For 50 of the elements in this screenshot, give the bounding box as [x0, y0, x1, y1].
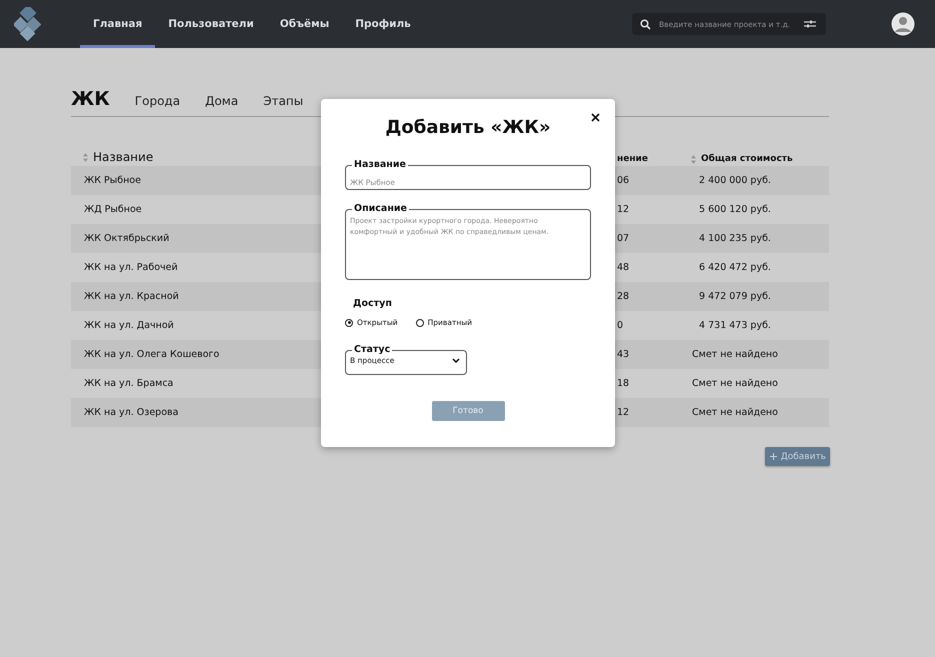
table-cell: 9 472 079 руб. — [699, 291, 771, 302]
table-cell: 12 — [617, 407, 630, 418]
table-cell: 48 — [617, 262, 630, 273]
table-cell: 07 — [617, 233, 630, 244]
table-cell: 43 — [617, 349, 630, 360]
dialog-title: Добавить «ЖК» — [384, 117, 552, 140]
table-cell: ЖК Октябрьский — [84, 233, 170, 244]
table-cell: ЖД Рыбное — [84, 204, 142, 215]
avatar-icon[interactable] — [891, 12, 915, 36]
table-cell: Смет не найдено — [692, 378, 778, 389]
tab[interactable]: Этапы — [263, 94, 304, 108]
table-cell: 0 — [617, 320, 624, 331]
nav-link[interactable]: Объёмы — [266, 0, 342, 48]
field-label: Название — [353, 160, 407, 170]
table-cell: 2 400 000 руб. — [699, 175, 771, 186]
table-cell: 6 420 472 руб. — [699, 262, 771, 273]
field-label: Описание — [353, 204, 408, 214]
search-icon — [640, 18, 651, 30]
field-label: Статус — [353, 345, 392, 355]
plus-icon — [770, 453, 777, 460]
close-icon[interactable] — [591, 113, 600, 122]
tab[interactable]: ЖК — [71, 88, 110, 110]
table-cell: 4 100 235 руб. — [699, 233, 771, 244]
table-cell: Смет не найдено — [692, 349, 778, 360]
table-cell: 18 — [617, 378, 630, 389]
table-cell: Смет не найдено — [692, 407, 778, 418]
table-cell: ЖК на ул. Дачной — [84, 320, 174, 331]
section-label: Доступ — [353, 298, 393, 309]
column-header: нение — [617, 154, 648, 164]
table-cell: ЖК Рыбное — [84, 175, 141, 186]
table-cell: ЖК на ул. Красной — [84, 291, 179, 302]
tab[interactable]: Дома — [205, 94, 238, 108]
filter-icon[interactable] — [804, 19, 816, 29]
table-cell: 06 — [617, 175, 630, 186]
column-header: Общая стоимость — [701, 154, 793, 164]
column-header: Название — [93, 150, 154, 164]
table-cell: ЖК на ул. Рабочей — [84, 262, 178, 273]
table-cell: 4 731 473 руб. — [699, 320, 771, 331]
table-cell: ЖК на ул. Брамса — [84, 378, 174, 389]
nav-link[interactable]: Пользователи — [155, 0, 267, 48]
table-cell: ЖК на ул. Олега Кошевого — [84, 349, 220, 360]
table-cell: 12 — [617, 204, 630, 215]
chevron-down-icon — [452, 358, 460, 363]
table-cell: 5 600 120 руб. — [699, 204, 771, 215]
nav-link[interactable]: Профиль — [342, 0, 424, 48]
table-cell: ЖК на ул. Озерова — [84, 407, 178, 418]
nav-link[interactable]: Главная — [80, 0, 156, 48]
table-cell: 28 — [617, 291, 630, 302]
logo-icon — [14, 7, 42, 41]
tab[interactable]: Города — [134, 94, 180, 108]
